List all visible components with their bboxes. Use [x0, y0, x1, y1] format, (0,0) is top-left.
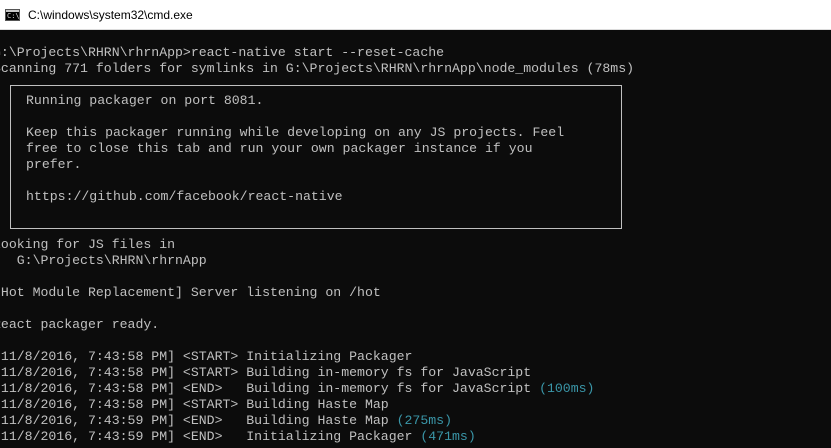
log-text: [11/8/2016, 7:43:58 PM] <END> Building i… [0, 381, 540, 396]
keep-line-2: free to close this tab and run your own … [26, 141, 533, 156]
log-duration: (471ms) [420, 429, 476, 444]
log-text: [11/8/2016, 7:43:59 PM] <END> Building H… [0, 413, 397, 428]
window-title: C:\windows\system32\cmd.exe [28, 7, 193, 22]
log-line: [11/8/2016, 7:43:58 PM] <START> Building… [0, 365, 531, 381]
log-text: [11/8/2016, 7:43:59 PM] <END> Initializi… [0, 429, 421, 444]
keep-line-3: prefer. [26, 157, 82, 172]
log-duration: (100ms) [539, 381, 595, 396]
log-text: [11/8/2016, 7:43:58 PM] <START> Building… [0, 397, 389, 412]
log-text: [11/8/2016, 7:43:58 PM] <START> Building… [0, 365, 532, 380]
window-titlebar[interactable]: C:\ C:\windows\system32\cmd.exe [0, 0, 831, 30]
hmr-line: [Hot Module Replacement] Server listenin… [0, 285, 381, 300]
console-output[interactable]: G:\Projects\RHRN\rhrnApp>react-native st… [0, 30, 831, 448]
repo-url-line: https://github.com/facebook/react-native [26, 189, 343, 204]
log-line: [11/8/2016, 7:43:59 PM] <END> Building H… [0, 413, 452, 429]
ready-line: React packager ready. [0, 317, 160, 332]
cmd-console-icon[interactable]: C:\ [5, 8, 20, 21]
log-line: [11/8/2016, 7:43:58 PM] <END> Building i… [0, 381, 594, 397]
command-line: G:\Projects\RHRN\rhrnApp>react-native st… [0, 45, 445, 60]
log-text: [11/8/2016, 7:43:58 PM] <START> Initiali… [0, 349, 413, 364]
keep-line-1: Keep this packager running while develop… [26, 125, 565, 140]
project-path-line: G:\Projects\RHRN\rhrnApp [0, 253, 207, 268]
log-line: [11/8/2016, 7:43:59 PM] <END> Initializi… [0, 429, 476, 445]
log-line: [11/8/2016, 7:43:58 PM] <START> Initiali… [0, 349, 412, 365]
log-duration: (275ms) [396, 413, 453, 428]
looking-line: Looking for JS files in [0, 237, 176, 252]
scan-line: Scanning 771 folders for symlinks in G:\… [0, 61, 635, 76]
log-line: [11/8/2016, 7:43:58 PM] <START> Building… [0, 397, 389, 413]
port-line: Running packager on port 8081. [26, 93, 264, 108]
